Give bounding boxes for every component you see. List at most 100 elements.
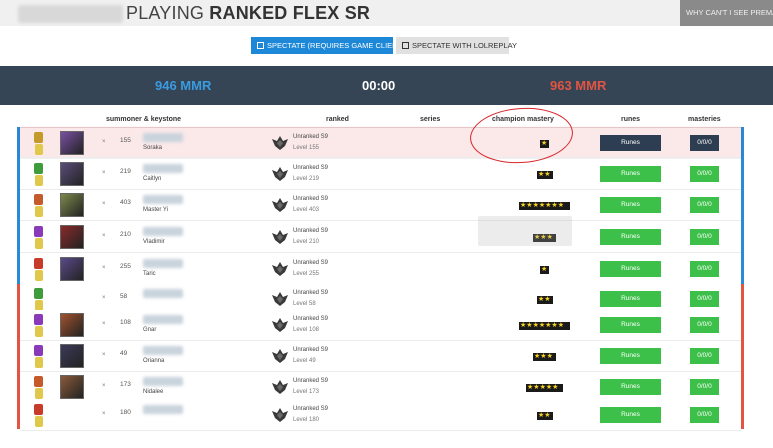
close-icon: × — [102, 321, 106, 327]
blurred-summoner-name[interactable] — [143, 377, 183, 386]
keystone-rune-icon — [34, 376, 43, 387]
runes-button[interactable]: Runes — [600, 261, 661, 277]
masteries-button[interactable]: 0/0/0 — [690, 317, 719, 333]
summoner-level: 210 — [120, 231, 131, 238]
champion-mastery-stars: ★ ★ ★ ★ ★ ★ ★ — [519, 322, 570, 330]
unranked-emblem-icon — [272, 135, 288, 151]
runes-button[interactable]: Runes — [600, 166, 661, 182]
keystone-icon — [34, 345, 43, 368]
champion-mastery-stars: ★ — [540, 140, 549, 148]
blurred-summoner-name[interactable] — [143, 227, 183, 236]
champion-name: Nidalee — [143, 389, 164, 395]
player-row[interactable]: × 108 Gnar Unranked S9 Level 108 ★ ★ ★ ★ ★ ★ ★ Runes… — [20, 310, 741, 341]
rank-level: Level 180 — [293, 417, 320, 423]
player-row[interactable]: × 219 Caitlyn Unranked S9 Level 219 ★ ★ Runes 0/… — [20, 159, 741, 190]
rank-tier: Unranked S9 — [293, 196, 329, 202]
blurred-summoner-name[interactable] — [143, 164, 183, 173]
spectate-lolreplay-button[interactable]: SPECTATE WITH LOLREPLAY — [396, 37, 517, 54]
player-row[interactable]: × 180 Unranked S9 Level 180 ★ ★ Runes 0/0/0 — [20, 400, 741, 431]
rank-level: Level 219 — [293, 176, 320, 182]
star-icon: ★ — [557, 202, 564, 209]
runes-button[interactable]: Runes — [600, 407, 661, 423]
runes-button[interactable]: Runes — [600, 348, 661, 364]
keystone-icon — [34, 226, 43, 249]
blurred-summoner-name[interactable] — [143, 289, 183, 298]
masteries-button[interactable]: 0/0/0 — [690, 348, 719, 364]
keystone-rune-icon — [34, 345, 43, 356]
rank-level: Level 173 — [293, 389, 320, 395]
masteries-button[interactable]: 0/0/0 — [690, 166, 719, 182]
rank-level: Level 255 — [293, 271, 320, 277]
spectate-label: SPECTATE (REQUIRES GAME CLIENT) — [267, 41, 405, 50]
masteries-button[interactable]: 0/0/0 — [690, 291, 719, 307]
champion-portrait — [60, 375, 84, 399]
runes-button[interactable]: Runes — [600, 379, 661, 395]
masteries-button[interactable]: 0/0/0 — [690, 197, 719, 213]
unranked-emblem-icon — [272, 197, 288, 213]
rank-level: Level 49 — [293, 358, 316, 364]
summoner-level: 108 — [120, 319, 131, 326]
rank-tier: Unranked S9 — [293, 260, 329, 266]
secondary-rune-icon — [35, 238, 43, 249]
player-row[interactable]: × 155 Soraka Unranked S9 Level 155 ★ Runes 0/0/… — [20, 127, 741, 158]
player-row[interactable]: × 255 Taric Unranked S9 Level 255 ★ Runes 0/0/0 — [20, 254, 741, 285]
keystone-rune-icon — [34, 132, 43, 143]
blue-team-bar-right — [741, 127, 744, 284]
blurred-summoner-name[interactable] — [143, 346, 183, 355]
star-icon: ★ — [544, 412, 551, 419]
keystone-icon — [34, 258, 43, 281]
masteries-button[interactable]: 0/0/0 — [690, 135, 719, 151]
masteries-button[interactable]: 0/0/0 — [690, 407, 719, 423]
unranked-emblem-icon — [272, 166, 288, 182]
lolreplay-label: SPECTATE WITH LOLREPLAY — [412, 41, 518, 50]
runes-button[interactable]: Runes — [600, 135, 661, 151]
close-icon: × — [102, 139, 106, 145]
champion-mastery-stars: ★ ★ — [537, 296, 553, 304]
blue-team-mmr: 946 MMR — [155, 78, 212, 93]
star-icon: ★ — [541, 266, 548, 273]
champion-portrait — [60, 225, 84, 249]
champion-name: Vladimir — [143, 239, 165, 245]
runes-button[interactable]: Runes — [600, 197, 661, 213]
runes-button[interactable]: Runes — [600, 317, 661, 333]
col-masteries: masteries — [688, 116, 721, 123]
champion-name: Caitlyn — [143, 176, 162, 182]
blurred-summoner-name[interactable] — [143, 315, 183, 324]
rank-tier: Unranked S9 — [293, 406, 329, 412]
spectate-button[interactable]: SPECTATE (REQUIRES GAME CLIENT) — [251, 37, 405, 54]
masteries-button[interactable]: 0/0/0 — [690, 379, 719, 395]
blurred-summoner-name[interactable] — [143, 195, 183, 204]
star-icon: ★ — [557, 322, 564, 329]
star-icon: ★ — [546, 353, 553, 360]
champion-portrait — [60, 162, 84, 186]
rank-tier: Unranked S9 — [293, 165, 329, 171]
player-row[interactable]: × 210 Vladimir Unranked S9 Level 210 ★ ★ ★ Runes… — [20, 222, 741, 253]
runes-button[interactable]: Runes — [600, 229, 661, 245]
title-prefix: PLAYING — [126, 3, 210, 23]
runes-button[interactable]: Runes — [600, 291, 661, 307]
unranked-emblem-icon — [272, 317, 288, 333]
close-icon: × — [102, 201, 106, 207]
champion-mastery-stars: ★ — [540, 266, 549, 274]
rank-level: Level 108 — [293, 327, 320, 333]
champion-name: Orianna — [143, 358, 165, 364]
champion-mastery-stars: ★ ★ ★ ★ ★ — [526, 384, 563, 392]
play-icon — [257, 42, 264, 49]
blurred-summoner-name[interactable] — [143, 405, 183, 414]
why-cant-see-premades-button[interactable]: WHY CAN'T I SEE PREMADES — [680, 0, 773, 26]
player-row[interactable]: × 173 Nidalee Unranked S9 Level 173 ★ ★ ★ ★ ★ Rune… — [20, 372, 741, 403]
masteries-button[interactable]: 0/0/0 — [690, 261, 719, 277]
masteries-button[interactable]: 0/0/0 — [690, 229, 719, 245]
star-icon: ★ — [544, 171, 551, 178]
summoner-level: 173 — [120, 381, 131, 388]
blurred-summoner-name[interactable] — [143, 133, 183, 142]
close-icon: × — [102, 411, 106, 417]
summoner-level: 403 — [120, 199, 131, 206]
player-row[interactable]: × 403 Master Yi Unranked S9 Level 403 ★ ★ ★ ★ ★ ★ ★… — [20, 190, 741, 221]
rank-tier: Unranked S9 — [293, 378, 329, 384]
blurred-summoner-name[interactable] — [143, 259, 183, 268]
close-icon: × — [102, 295, 106, 301]
keystone-icon — [34, 288, 43, 311]
champion-portrait — [60, 257, 84, 281]
player-row[interactable]: × 49 Orianna Unranked S9 Level 49 ★ ★ ★ Runes 0/0… — [20, 341, 741, 372]
